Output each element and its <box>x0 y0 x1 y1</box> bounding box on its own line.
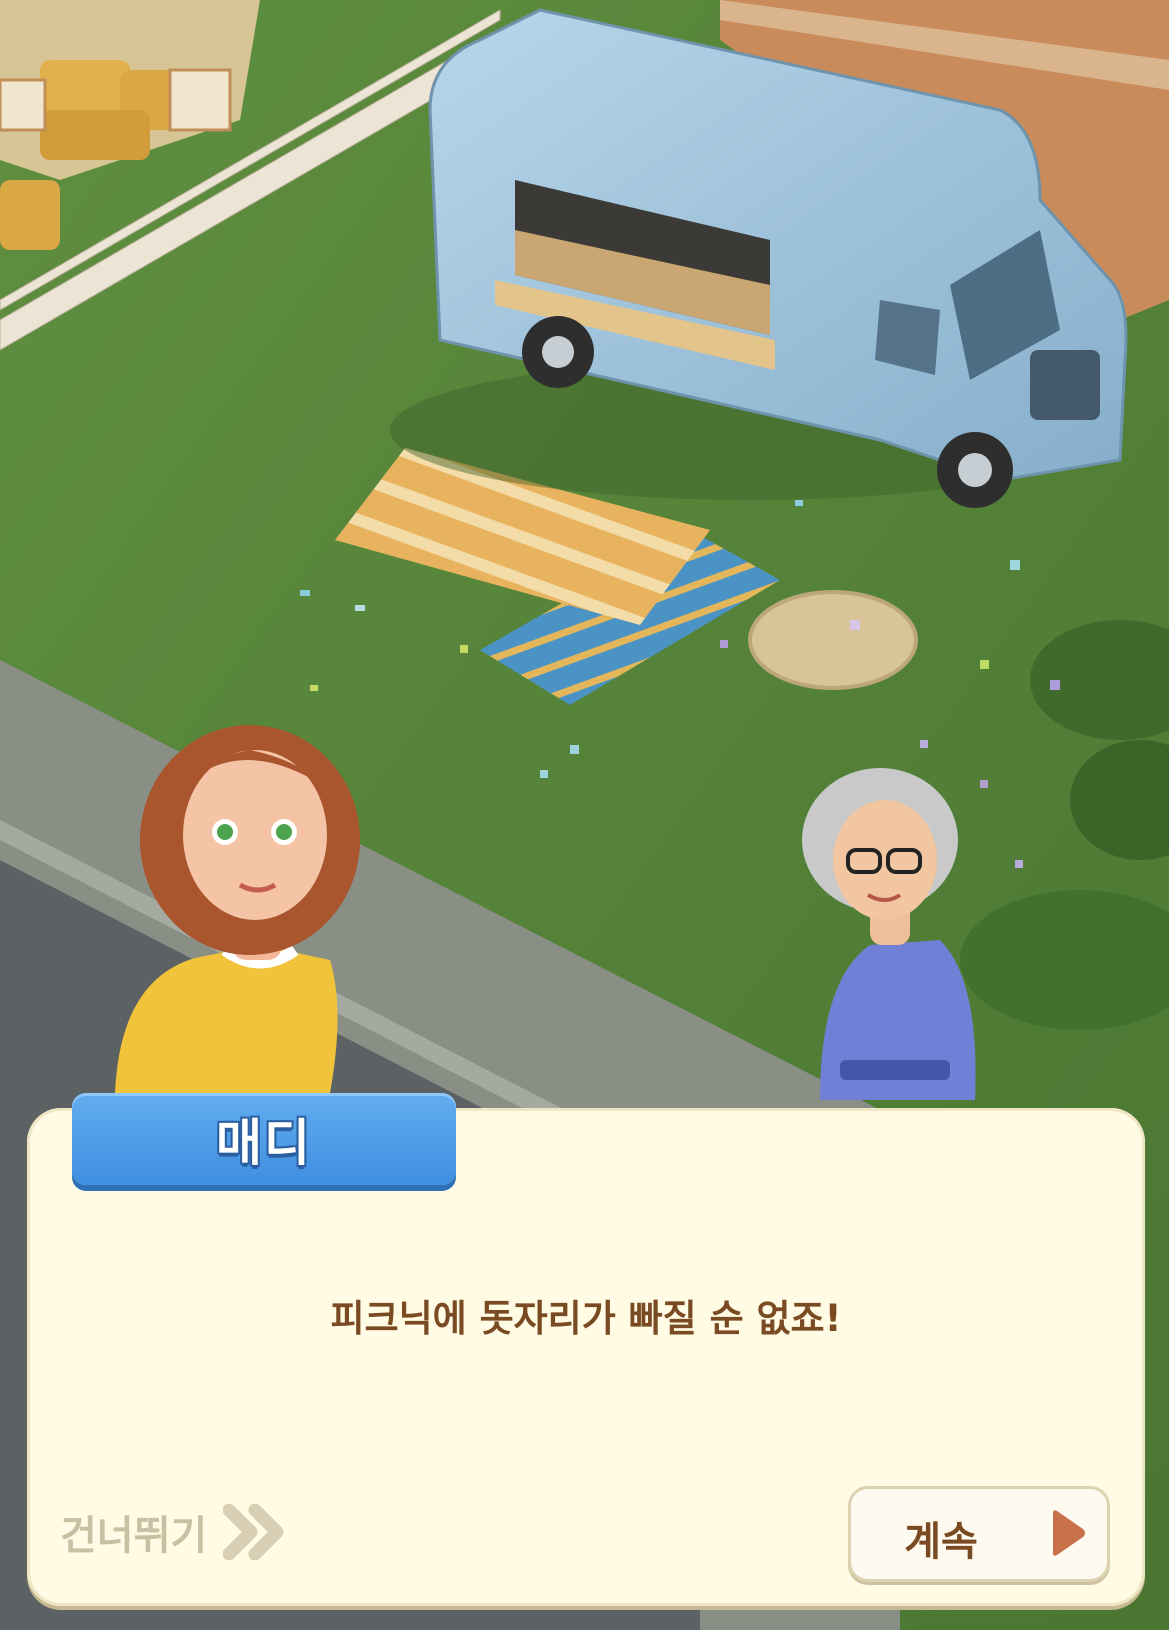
continue-label: 계속 <box>904 1519 978 1565</box>
skip-button[interactable]: 건너뛰기 <box>60 1502 285 1562</box>
dialogue-line: 피크닉에 돗자리가 빠질 순 없죠! <box>330 1297 842 1340</box>
continue-button[interactable]: 계속 <box>848 1486 1110 1582</box>
berry-crate <box>168 68 232 132</box>
berry-crate <box>0 78 47 132</box>
play-triangle-icon <box>1053 1510 1085 1556</box>
double-chevron-right-icon <box>223 1504 284 1560</box>
hay-bale <box>40 110 150 160</box>
speaker-name-tab: 매디 <box>72 1093 456 1185</box>
speaker-name: 매디 <box>216 1114 312 1172</box>
hay-bale <box>0 180 60 250</box>
round-mat <box>748 590 918 690</box>
skip-label: 건너뛰기 <box>60 1513 208 1559</box>
